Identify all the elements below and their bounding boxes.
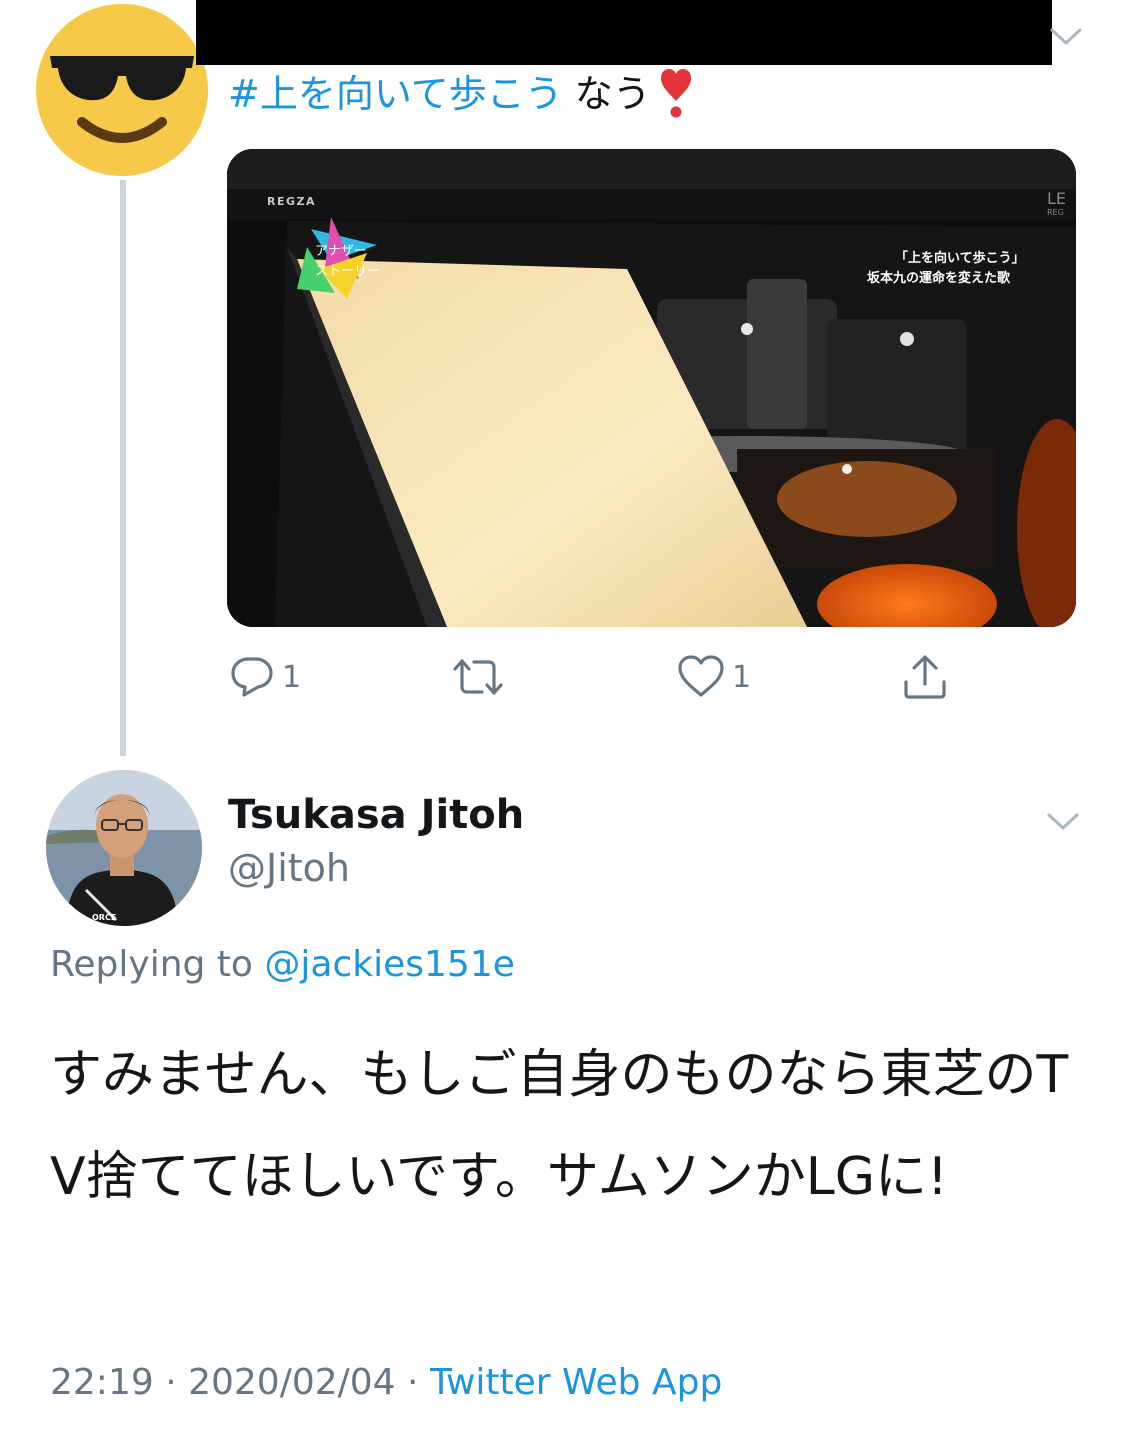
sunglasses-face-avatar[interactable] xyxy=(36,4,208,176)
retweet-button[interactable] xyxy=(452,652,504,702)
share-icon xyxy=(904,655,946,699)
user-handle[interactable]: @Jitoh xyxy=(228,846,350,890)
replying-to-label: Replying to xyxy=(50,944,265,985)
tweet-source-link[interactable]: Twitter Web App xyxy=(430,1362,722,1403)
share-button[interactable] xyxy=(900,652,950,702)
like-count: 1 xyxy=(732,659,752,695)
like-button[interactable]: 1 xyxy=(676,652,751,702)
tv-corner-brand: LE xyxy=(1047,189,1066,208)
replying-to-line: Replying to @jackies151e xyxy=(50,944,515,985)
reply-bubble-icon xyxy=(231,657,273,697)
tv-caption-line-1: 「上を向いて歩こう」 xyxy=(895,250,1025,266)
redaction-bar xyxy=(196,0,1052,65)
tv-corner-brand-sub: REG xyxy=(1047,208,1064,217)
heart-outline-icon xyxy=(678,655,724,697)
reply-button[interactable]: 1 xyxy=(228,652,301,702)
parent-tweet-text: #上を向いて歩こう なう xyxy=(228,66,693,122)
chevron-down-icon[interactable] xyxy=(1049,26,1083,48)
tweet-date[interactable]: 2020/02/04 xyxy=(188,1362,396,1403)
tweet-body-text: すみません、もしご自身のものなら東芝のTV捨ててほしいです。サムソンかLGに! xyxy=(50,1045,1069,1207)
tweet-time[interactable]: 22:19 xyxy=(50,1362,154,1403)
tweet-text-suffix: なう xyxy=(562,72,651,116)
tweet-media-image[interactable]: アナザー ストーリー 「上を向いて歩こう」 坂本九の運命を変えた歌 REGZA … xyxy=(227,149,1076,627)
tv-screen-photo: アナザー ストーリー 「上を向いて歩こう」 坂本九の運命を変えた歌 REGZA … xyxy=(227,149,1076,627)
hashtag-link[interactable]: #上を向いて歩こう xyxy=(228,72,563,116)
red-heart-exclamation-icon xyxy=(659,67,693,119)
tv-logo-text-2: ストーリー xyxy=(315,264,380,279)
avatar-shirt-text: ORCE xyxy=(92,913,116,922)
sunglasses-face-icon xyxy=(36,4,208,176)
meta-separator: · xyxy=(153,1362,189,1403)
tv-logo-text-1: アナザー xyxy=(315,244,367,259)
tweet-meta-line: 22:19 · 2020/02/04 · Twitter Web App xyxy=(50,1362,722,1403)
tv-caption-line-2: 坂本九の運命を変えた歌 xyxy=(867,270,1011,286)
thread-connector-line xyxy=(120,180,126,756)
meta-separator: · xyxy=(395,1362,430,1403)
retweet-icon xyxy=(453,659,503,695)
reply-count: 1 xyxy=(282,659,302,695)
display-name[interactable]: Tsukasa Jitoh xyxy=(228,792,524,838)
tv-brand-label: REGZA xyxy=(267,195,316,208)
avatar[interactable]: ORCE xyxy=(46,770,202,926)
profile-photo: ORCE xyxy=(46,770,202,926)
replying-to-handle-link[interactable]: @jackies151e xyxy=(264,944,514,985)
chevron-down-icon[interactable] xyxy=(1046,811,1080,833)
tweet-thread-screen: #上を向いて歩こう なう アナザー ストーリー 「上を向いて歩こう」 坂本九の運… xyxy=(0,0,1125,1447)
